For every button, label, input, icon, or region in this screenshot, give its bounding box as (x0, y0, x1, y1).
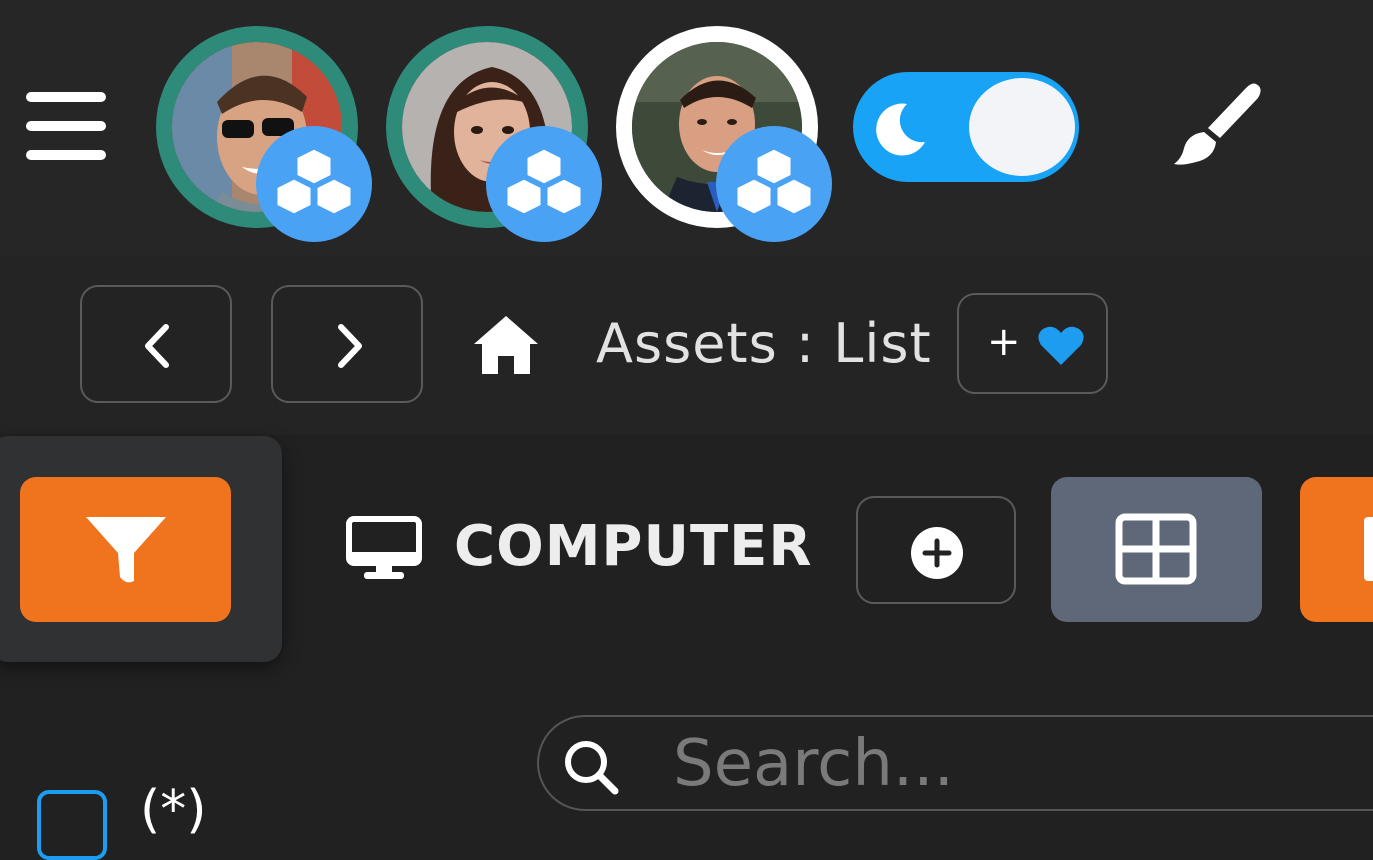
filter-icon (86, 517, 166, 583)
back-button[interactable] (80, 285, 232, 403)
forward-button[interactable] (271, 285, 423, 403)
chevron-right-icon (338, 324, 362, 368)
brush-icon[interactable] (1170, 80, 1266, 170)
filter-button[interactable] (20, 477, 231, 622)
moon-icon (876, 103, 925, 156)
search-icon[interactable] (561, 737, 621, 797)
user-avatar-2[interactable] (386, 26, 602, 242)
section-title: COMPUTER (454, 514, 813, 579)
plus-circle-icon (911, 527, 963, 579)
grid-icon (1115, 513, 1197, 585)
breadcrumb: Assets : List (596, 312, 932, 375)
search-bar (537, 715, 1373, 811)
grid-view-button[interactable] (1051, 477, 1262, 622)
cubes-icon (256, 126, 372, 242)
add-favorite-button[interactable]: + (957, 293, 1108, 394)
list-view-button[interactable] (1300, 477, 1373, 622)
chevron-left-icon (145, 324, 169, 368)
select-all-label: (*) (140, 780, 207, 840)
user-avatar-1[interactable] (156, 26, 372, 242)
toggle-knob (969, 78, 1075, 176)
monitor-icon (346, 516, 422, 582)
heart-icon (1038, 326, 1084, 365)
add-button[interactable] (856, 496, 1016, 604)
user-avatar-3[interactable] (616, 26, 832, 242)
cubes-icon (716, 126, 832, 242)
cubes-icon (486, 126, 602, 242)
select-all-checkbox[interactable] (37, 790, 107, 860)
plus-label: + (987, 319, 1021, 365)
home-icon[interactable] (472, 314, 540, 376)
search-input[interactable] (671, 723, 1373, 805)
theme-toggle[interactable] (853, 72, 1079, 182)
hamburger-icon[interactable] (26, 92, 106, 162)
top-bar (0, 0, 1373, 255)
